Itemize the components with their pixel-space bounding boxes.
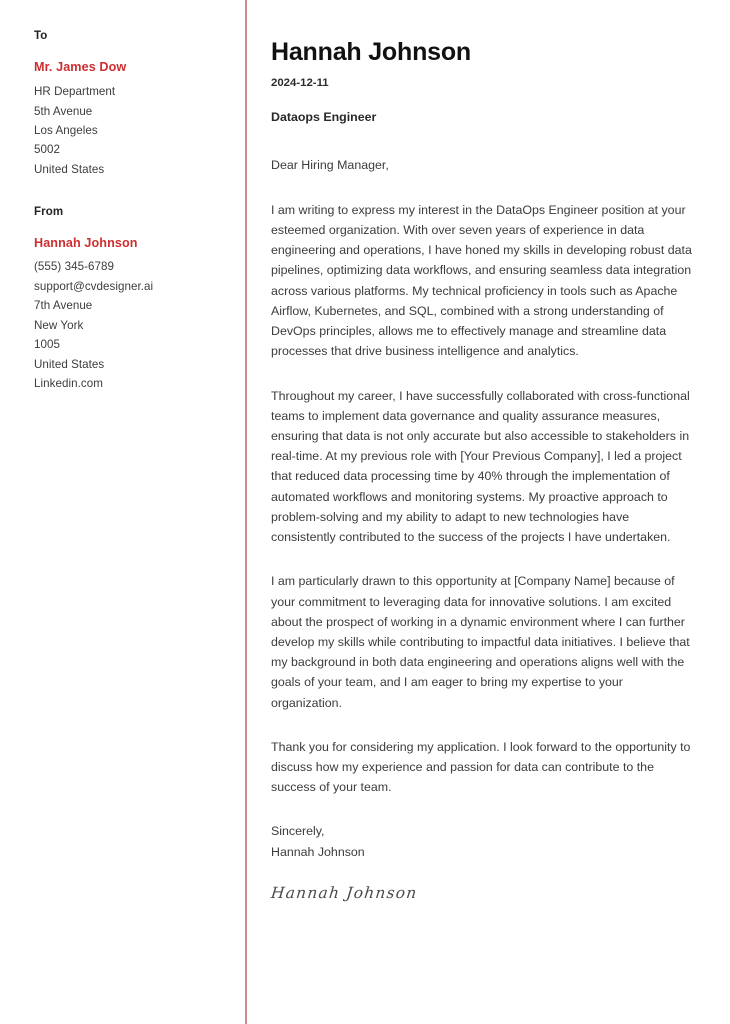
body-paragraph-2: Throughout my career, I have successfull… bbox=[271, 388, 690, 545]
recipient-line-2: 5th Avenue bbox=[34, 104, 93, 118]
sender-city: New York bbox=[34, 318, 84, 332]
recipient-block: To Mr. James Dow HR Department 5th Avenu… bbox=[34, 30, 230, 179]
body-paragraph-4: Thank you for considering my application… bbox=[271, 739, 691, 795]
recipient-name: Mr. James Dow bbox=[34, 59, 127, 74]
recipient-line-5: United States bbox=[34, 162, 105, 176]
letter-role: Dataops Engineer bbox=[271, 109, 377, 124]
page-title: Hannah Johnson bbox=[271, 38, 471, 66]
sender-email: support@cvdesigner.ai bbox=[34, 279, 154, 293]
handwritten-signature: Hannah Johnson bbox=[270, 883, 419, 902]
address-sidebar: To Mr. James Dow HR Department 5th Avenu… bbox=[34, 30, 230, 394]
sender-phone: (555) 345-6789 bbox=[34, 260, 114, 274]
recipient-line-3: Los Angeles bbox=[34, 123, 98, 137]
sender-postcode: 1005 bbox=[34, 338, 60, 352]
vertical-divider bbox=[245, 0, 247, 1024]
body-paragraph-3: I am particularly drawn to this opportun… bbox=[271, 574, 690, 710]
closing-block: Sincerely, Hannah Johnson bbox=[271, 821, 696, 861]
sender-linkedin: Linkedin.com bbox=[34, 377, 103, 391]
sender-country: United States bbox=[34, 357, 105, 371]
salutation: Dear Hiring Manager, bbox=[271, 157, 389, 172]
letter-date: 2024-12-11 bbox=[271, 76, 329, 89]
sender-street: 7th Avenue bbox=[34, 299, 93, 313]
sender-block: From Hannah Johnson (555) 345-6789 suppo… bbox=[34, 206, 230, 393]
closing-name: Hannah Johnson bbox=[271, 844, 365, 859]
sender-name: Hannah Johnson bbox=[34, 236, 138, 251]
recipient-label: To bbox=[34, 30, 48, 42]
body-paragraph-1: I am writing to express my interest in t… bbox=[271, 202, 692, 359]
sender-label: From bbox=[34, 206, 64, 219]
recipient-line-4: 5002 bbox=[34, 143, 60, 157]
cover-letter-page: To Mr. James Dow HR Department 5th Avenu… bbox=[0, 0, 730, 1024]
closing-word: Sincerely, bbox=[271, 824, 325, 839]
recipient-line-1: HR Department bbox=[34, 85, 116, 99]
letter-body: Hannah Johnson 2024-12-11 Dataops Engine… bbox=[270, 38, 696, 903]
